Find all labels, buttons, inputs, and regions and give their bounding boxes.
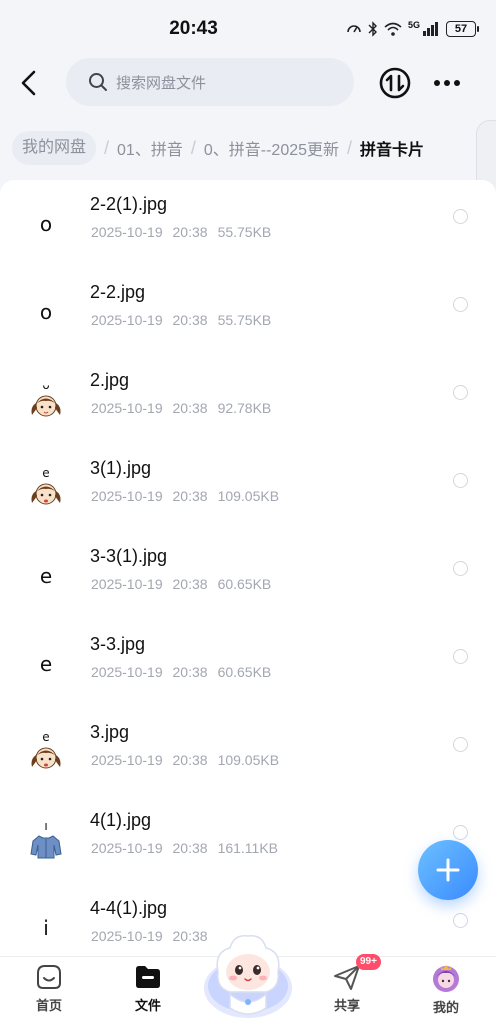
nav-label-home: 首页 bbox=[35, 998, 62, 1013]
more-button[interactable] bbox=[426, 62, 468, 104]
file-meta: 2025-10-19 20:38 bbox=[91, 928, 208, 944]
breadcrumb-separator: / bbox=[347, 137, 353, 158]
search-placeholder: 搜索网盘文件 bbox=[116, 74, 207, 92]
shirt-icon bbox=[30, 835, 62, 859]
file-meta: 2025-10-19 20:38 109.05KB bbox=[91, 488, 280, 504]
search-input[interactable]: 搜索网盘文件 bbox=[66, 58, 354, 106]
girl-face-thumbnail: ᴗ bbox=[22, 370, 70, 430]
nav-label-files: 文件 bbox=[134, 998, 161, 1013]
status-bar: 20:43 5G 57 bbox=[0, 0, 496, 58]
battery-icon: 57 bbox=[446, 21, 480, 37]
file-meta: 2025-10-19 20:38 109.05KB bbox=[91, 752, 280, 768]
search-icon bbox=[89, 73, 107, 91]
back-arrow-icon bbox=[21, 70, 36, 96]
file-meta: 2025-10-19 20:38 60.65KB bbox=[91, 664, 272, 680]
nav-item-home[interactable]: 首页 bbox=[9, 957, 89, 1024]
select-checkbox[interactable] bbox=[453, 737, 468, 752]
breadcrumb-item-pinyin-2025[interactable]: 0、拼音--2025更新 bbox=[204, 136, 339, 160]
file-row[interactable]: e 3-3(1).jpg 2025-10-19 20:38 60.65KB bbox=[0, 532, 496, 620]
file-name: 4(1).jpg bbox=[90, 810, 152, 830]
breadcrumb-separator: / bbox=[190, 137, 196, 158]
file-meta: 2025-10-19 20:38 60.65KB bbox=[91, 576, 272, 592]
girl-face-icon bbox=[31, 395, 61, 417]
add-button[interactable] bbox=[418, 840, 478, 900]
file-name: 3-3(1).jpg bbox=[90, 546, 168, 566]
select-checkbox[interactable] bbox=[453, 649, 468, 664]
file-row[interactable]: o 2-2.jpg 2025-10-19 20:38 55.75KB bbox=[0, 268, 496, 356]
letter-e-thumbnail: e bbox=[39, 652, 53, 676]
mascot-icon bbox=[204, 935, 292, 1018]
breadcrumb: 我的网盘 / 01、拼音 / 0、拼音--2025更新 / 拼音卡片 bbox=[0, 128, 496, 168]
select-checkbox[interactable] bbox=[453, 913, 468, 928]
nav-item-files[interactable]: 文件 bbox=[108, 957, 188, 1024]
breadcrumb-item-pinyin[interactable]: 01、拼音 bbox=[117, 136, 183, 160]
girl-face-thumbnail: e bbox=[22, 458, 70, 518]
file-name: 2.jpg bbox=[90, 370, 130, 390]
folder-icon bbox=[136, 966, 160, 988]
status-icons: 5G 57 bbox=[346, 19, 480, 39]
select-checkbox[interactable] bbox=[453, 561, 468, 576]
file-name: 3.jpg bbox=[90, 722, 130, 742]
select-checkbox[interactable] bbox=[453, 473, 468, 488]
shirt-thumbnail: ı bbox=[22, 810, 70, 870]
girl-face-icon bbox=[31, 747, 61, 769]
nav-item-mine[interactable]: 我的 bbox=[406, 957, 486, 1024]
select-checkbox[interactable] bbox=[453, 297, 468, 312]
transfer-button[interactable] bbox=[374, 62, 416, 104]
wifi-icon bbox=[384, 22, 402, 36]
file-row[interactable]: e 3(1).jpg 2025-10-19 20:38 109.05KB bbox=[0, 444, 496, 532]
girl-face-thumbnail: e bbox=[22, 722, 70, 782]
home-icon bbox=[37, 965, 61, 989]
speed-icon bbox=[347, 25, 361, 33]
letter-i-thumbnail: i bbox=[43, 916, 49, 940]
select-checkbox[interactable] bbox=[453, 209, 468, 224]
file-meta: 2025-10-19 20:38 55.75KB bbox=[91, 312, 272, 328]
file-name: 2-2.jpg bbox=[90, 282, 146, 302]
mascot-button[interactable] bbox=[200, 928, 296, 1024]
breadcrumb-separator: / bbox=[104, 137, 110, 158]
share-badge: 99+ bbox=[356, 954, 381, 970]
transfer-icon bbox=[379, 67, 411, 99]
file-name: 2-2(1).jpg bbox=[90, 194, 168, 214]
file-meta: 2025-10-19 20:38 55.75KB bbox=[91, 224, 272, 240]
nav-label-share: 共享 bbox=[333, 998, 360, 1013]
file-name: 4-4(1).jpg bbox=[90, 898, 168, 918]
plus-icon bbox=[436, 858, 460, 882]
status-time: 20:43 bbox=[169, 18, 218, 39]
file-row[interactable]: e 3.jpg 2025-10-19 20:38 109.05KB bbox=[0, 708, 496, 796]
battery-level: 57 bbox=[454, 23, 468, 35]
file-row[interactable]: o 2-2(1).jpg 2025-10-19 20:38 55.75KB bbox=[0, 180, 496, 268]
header: 搜索网盘文件 bbox=[0, 58, 496, 108]
back-button[interactable] bbox=[10, 64, 48, 102]
bluetooth-icon bbox=[368, 21, 377, 37]
more-icon bbox=[434, 80, 460, 86]
letter-o-thumbnail: o bbox=[39, 212, 53, 236]
signal-icon bbox=[423, 22, 439, 36]
letter-e-thumbnail: e bbox=[39, 564, 53, 588]
file-row[interactable]: e 3-3.jpg 2025-10-19 20:38 60.65KB bbox=[0, 620, 496, 708]
file-list: o 2-2(1).jpg 2025-10-19 20:38 55.75KB o 2… bbox=[0, 180, 496, 956]
breadcrumb-root[interactable]: 我的网盘 bbox=[12, 131, 97, 165]
letter-o-thumbnail: o bbox=[39, 300, 53, 324]
breadcrumb-current: 拼音卡片 bbox=[360, 142, 425, 159]
nav-label-mine: 我的 bbox=[432, 1000, 459, 1015]
file-meta: 2025-10-19 20:38 161.11KB bbox=[91, 840, 279, 856]
girl-face-icon bbox=[31, 483, 61, 505]
select-checkbox[interactable] bbox=[453, 825, 468, 840]
select-checkbox[interactable] bbox=[453, 385, 468, 400]
file-name: 3-3.jpg bbox=[90, 634, 146, 654]
avatar-icon bbox=[433, 965, 459, 992]
file-name: 3(1).jpg bbox=[90, 458, 152, 478]
network-type: 5G bbox=[408, 20, 421, 30]
file-meta: 2025-10-19 20:38 92.78KB bbox=[91, 400, 272, 416]
file-row[interactable]: ᴗ 2.jpg 2025-10-19 20:38 92.78KB bbox=[0, 356, 496, 444]
